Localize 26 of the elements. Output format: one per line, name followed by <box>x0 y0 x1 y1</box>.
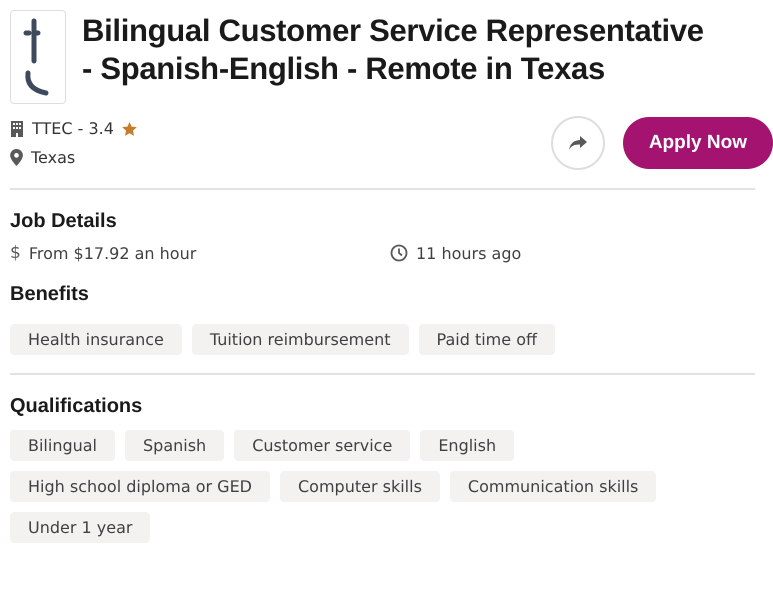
qualification-tag: Under 1 year <box>10 512 150 543</box>
share-icon <box>568 136 587 150</box>
posted-time: 11 hours ago <box>416 244 522 262</box>
benefit-tag: Paid time off <box>418 324 555 355</box>
qualification-tag: Communication skills <box>450 471 656 502</box>
location-pin-icon <box>10 149 23 166</box>
qualification-tag: Bilingual <box>10 430 115 461</box>
job-title: Bilingual Customer Service Representative - Spanish-English - Remote in Texas <box>82 12 704 88</box>
star-icon <box>122 122 137 136</box>
benefit-tag: Health insurance <box>10 324 182 355</box>
qualification-tag: Computer skills <box>280 471 440 502</box>
section-heading: Job Details <box>10 210 118 233</box>
qualification-tag: Customer service <box>234 430 410 461</box>
section-heading: Qualifications <box>10 395 144 418</box>
building-icon <box>10 120 24 136</box>
apply-now-button[interactable]: Apply Now <box>622 117 773 169</box>
company-rating: TTEC - 3.4 <box>32 119 114 138</box>
dollar-icon: $ <box>10 243 21 263</box>
clock-icon <box>390 244 408 262</box>
job-location: Texas <box>31 148 76 167</box>
qualification-tag: Spanish <box>125 430 224 461</box>
section-heading: Benefits <box>10 283 90 306</box>
qualification-tag: English <box>420 430 514 461</box>
benefit-tag: Tuition reimbursement <box>192 324 409 355</box>
pay-rate: From $17.92 an hour <box>28 244 196 262</box>
qualification-tag: High school diploma or GED <box>10 471 270 502</box>
